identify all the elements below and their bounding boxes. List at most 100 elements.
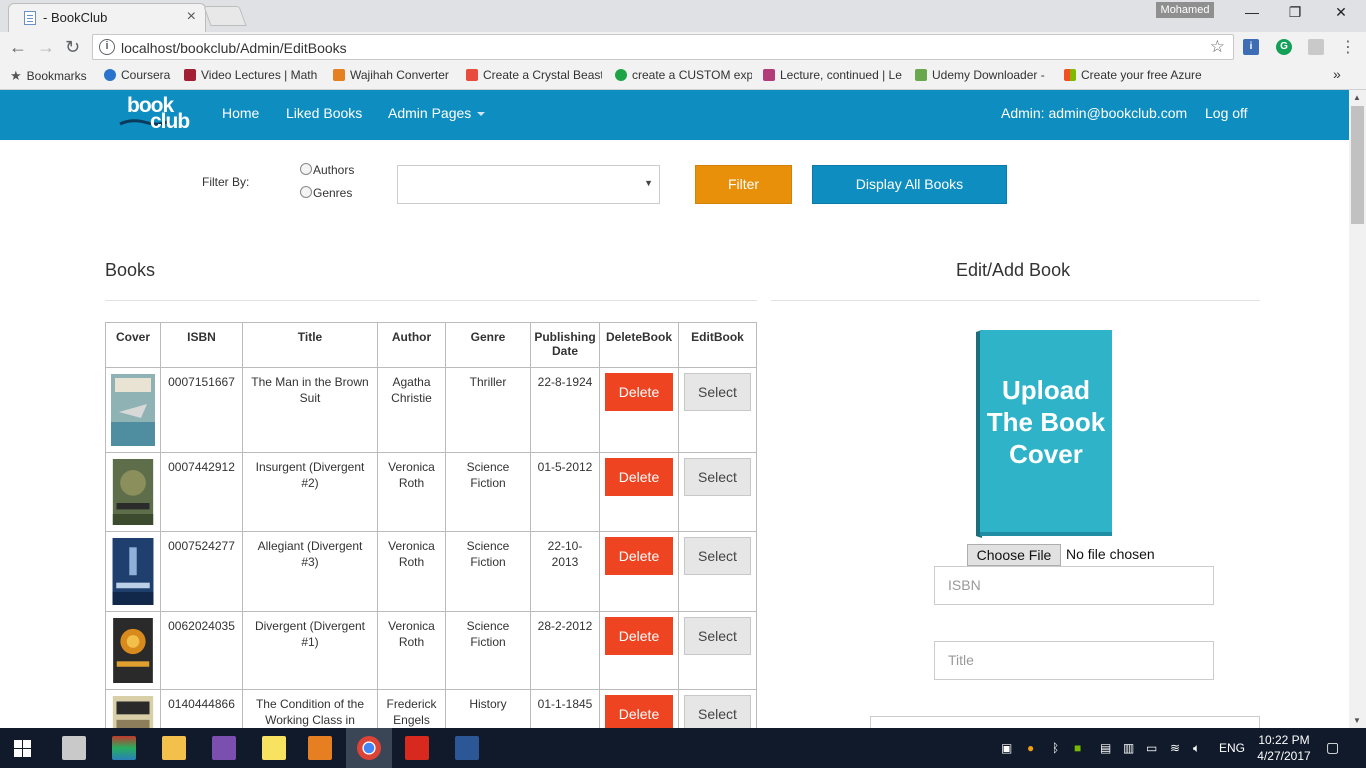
- input-language[interactable]: ENG: [1219, 741, 1245, 755]
- bookmark-item[interactable]: Create a Crystal Beast: [466, 68, 602, 82]
- isbn-input[interactable]: ISBN: [934, 566, 1214, 605]
- bookmark-item[interactable]: ★ Bookmarks: [10, 68, 92, 84]
- bookmark-item[interactable]: Video Lectures | Math: [184, 68, 322, 82]
- cover-cell: [105, 452, 161, 532]
- bookmark-item[interactable]: create a CUSTOM exp: [615, 68, 752, 82]
- new-tab-button[interactable]: [203, 6, 247, 26]
- browser-menu-icon[interactable]: ⋮: [1340, 37, 1356, 57]
- bookmark-item[interactable]: Create your free Azure: [1064, 68, 1203, 82]
- next-form-field[interactable]: [870, 716, 1260, 728]
- microsoft-icon: [1064, 69, 1076, 81]
- bluetooth-icon[interactable]: ᛒ: [1052, 741, 1059, 755]
- edit-cell: Select: [678, 531, 757, 612]
- windows-taskbar: ▣ ● ᛒ ■ ▤ ▥ ▭ ≋ 🔈︎ ENG 10:22 PM 4/27/201…: [0, 728, 1366, 768]
- visual-studio-icon[interactable]: [212, 736, 236, 760]
- sticky-notes-icon[interactable]: [262, 736, 286, 760]
- scroll-down-icon[interactable]: ▼: [1353, 716, 1361, 725]
- bookclub-logo[interactable]: book club: [118, 94, 198, 134]
- extension-puzzle-icon[interactable]: [1308, 39, 1324, 55]
- select-button[interactable]: Select: [684, 537, 751, 575]
- tray-app-icon[interactable]: ▤: [1100, 741, 1111, 755]
- sublime-icon[interactable]: [62, 736, 86, 760]
- minimize-button[interactable]: —: [1237, 4, 1267, 24]
- nav-liked-books[interactable]: Liked Books: [286, 105, 362, 121]
- bookmark-item[interactable]: Coursera: [104, 68, 176, 82]
- title-input[interactable]: Title: [934, 641, 1214, 680]
- nvidia-icon[interactable]: ■: [1074, 741, 1081, 755]
- divider: [105, 300, 757, 301]
- select-button[interactable]: Select: [684, 458, 751, 496]
- display-all-books-button[interactable]: Display All Books: [812, 165, 1007, 204]
- select-button[interactable]: Select: [684, 695, 751, 728]
- notifications-icon[interactable]: ▢: [1326, 739, 1339, 756]
- volume-icon[interactable]: 🔈︎: [1193, 741, 1200, 756]
- delete-button[interactable]: Delete: [605, 537, 673, 575]
- restore-button[interactable]: ❐: [1280, 4, 1310, 24]
- info-icon[interactable]: i: [99, 39, 115, 55]
- acrobat-icon[interactable]: [405, 736, 429, 760]
- author-cell: Agatha Christie: [377, 367, 446, 453]
- chrome-icon[interactable]: [357, 736, 381, 760]
- filter-genres-radio[interactable]: Genres: [300, 186, 352, 200]
- delete-cell: Delete: [599, 452, 679, 532]
- delete-button[interactable]: Delete: [605, 617, 673, 655]
- url-text[interactable]: localhost/bookclub/Admin/EditBooks: [121, 40, 347, 56]
- tab-close-icon[interactable]: ×: [187, 8, 196, 26]
- wifi-icon[interactable]: ≋: [1170, 741, 1180, 755]
- bookmark-item[interactable]: Udemy Downloader -: [915, 68, 1051, 82]
- author-cell: Veronica Roth: [377, 452, 446, 532]
- radio-icon[interactable]: [300, 163, 312, 175]
- bookmark-item[interactable]: Lecture, continued | Le: [763, 68, 903, 82]
- column-header: Genre: [445, 322, 531, 368]
- system-clock[interactable]: 10:22 PM 4/27/2017: [1256, 732, 1312, 764]
- profile-button[interactable]: Mohamed: [1156, 2, 1214, 18]
- scroll-up-icon[interactable]: ▲: [1353, 93, 1361, 102]
- filter-button[interactable]: Filter: [695, 165, 792, 204]
- delete-button[interactable]: Delete: [605, 373, 673, 411]
- winrar-icon[interactable]: [112, 736, 136, 760]
- windows-start-icon[interactable]: [14, 740, 31, 757]
- network-icon[interactable]: ▣: [1001, 741, 1012, 755]
- forward-icon[interactable]: →: [37, 37, 55, 58]
- filter-select[interactable]: ▼: [397, 165, 660, 204]
- reload-icon[interactable]: ↻: [65, 37, 80, 58]
- bookmark-star-icon[interactable]: ☆: [1210, 37, 1225, 57]
- back-icon[interactable]: ←: [9, 37, 27, 58]
- media-player-icon[interactable]: [308, 736, 332, 760]
- extension-icon[interactable]: i: [1243, 39, 1259, 55]
- date-cell: 01-1-1845: [530, 689, 600, 728]
- upload-cover-area[interactable]: Upload The Book Cover: [968, 328, 1116, 540]
- nav-log-off[interactable]: Log off: [1205, 105, 1248, 121]
- scrollbar-thumb[interactable]: [1351, 106, 1364, 224]
- table-header-row: Cover ISBN Title Author Genre Publishing…: [105, 322, 757, 368]
- radio-icon[interactable]: [300, 186, 312, 198]
- upload-text-line: Upload: [1001, 375, 1091, 405]
- browser-tab[interactable]: - BookClub ×: [8, 3, 206, 32]
- isbn-cell: 0062024035: [160, 611, 243, 690]
- book-cover-image: [112, 538, 154, 605]
- page-scrollbar[interactable]: ▲ ▼: [1349, 90, 1366, 728]
- admin-user-link[interactable]: Admin: admin@bookclub.com: [1001, 105, 1187, 121]
- nav-home[interactable]: Home: [222, 105, 259, 121]
- delete-button[interactable]: Delete: [605, 458, 673, 496]
- bookmark-item[interactable]: Wajihah Converter: [333, 68, 455, 82]
- title-cell: Allegiant (Divergent #3): [242, 531, 378, 612]
- usb-icon[interactable]: ▥: [1123, 741, 1134, 755]
- select-button[interactable]: Select: [684, 617, 751, 655]
- delete-button[interactable]: Delete: [605, 695, 673, 728]
- choose-file-button[interactable]: Choose File: [967, 544, 1061, 566]
- address-bar[interactable]: i localhost/bookclub/Admin/EditBooks ☆: [92, 34, 1234, 60]
- genre-cell: Thriller: [445, 367, 531, 453]
- filter-authors-radio[interactable]: Authors: [300, 163, 354, 177]
- file-explorer-icon[interactable]: [162, 736, 186, 760]
- isbn-cell: 0007442912: [160, 452, 243, 532]
- grammarly-icon[interactable]: G: [1276, 39, 1292, 55]
- select-button[interactable]: Select: [684, 373, 751, 411]
- nav-admin-pages[interactable]: Admin Pages: [388, 105, 486, 121]
- bookmarks-overflow-icon[interactable]: »: [1333, 66, 1341, 82]
- avast-icon[interactable]: ●: [1027, 741, 1034, 755]
- close-window-button[interactable]: ✕: [1326, 4, 1356, 24]
- word-icon[interactable]: [455, 736, 479, 760]
- tab-title: - BookClub: [43, 10, 108, 25]
- battery-icon[interactable]: ▭: [1146, 741, 1157, 755]
